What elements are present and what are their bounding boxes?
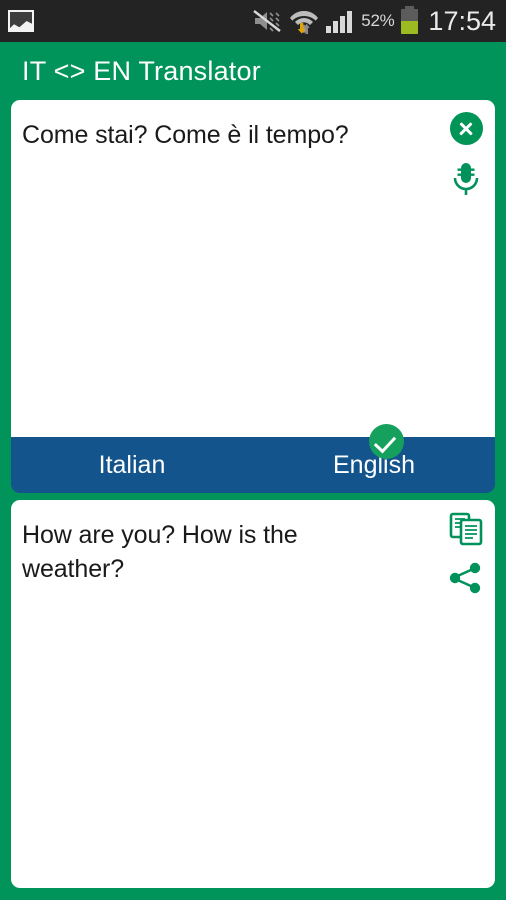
status-bar-left <box>8 10 34 32</box>
language-option-source[interactable]: Italian <box>11 437 253 493</box>
battery-percent-label: 52% <box>361 11 395 30</box>
sound-muted-vibrate-icon <box>252 9 282 33</box>
translated-card-actions <box>449 512 483 594</box>
source-text-card[interactable]: Come stai? Come è il tempo? <box>11 100 495 437</box>
source-card-actions <box>449 112 483 197</box>
share-icon[interactable] <box>449 562 483 594</box>
battery-icon <box>401 5 419 34</box>
microphone-icon[interactable] <box>449 161 483 197</box>
clock-label: 17:54 <box>428 5 496 36</box>
page-title: IT <> EN Translator <box>22 56 261 86</box>
copy-icon[interactable] <box>449 512 483 546</box>
check-icon <box>369 424 404 459</box>
translated-text-card[interactable]: How are you? How is the weather? <box>11 500 495 888</box>
gallery-icon <box>8 10 34 32</box>
status-bar: 52% 17:54 <box>0 0 506 42</box>
language-selector-bar: Italian English <box>11 437 495 493</box>
app-title-bar: IT <> EN Translator <box>0 42 506 100</box>
battery-fill <box>401 20 419 34</box>
app-screen: 52% 17:54 IT <> EN Translator Come stai?… <box>0 0 506 900</box>
source-text[interactable]: Come stai? Come è il tempo? <box>22 118 352 152</box>
status-bar-right: 52% 17:54 <box>252 5 496 36</box>
cellular-signal-icon <box>326 9 354 33</box>
translated-text: How are you? How is the weather? <box>22 521 298 583</box>
wifi-data-transfer-icon <box>289 8 319 34</box>
clear-icon[interactable] <box>449 112 483 145</box>
